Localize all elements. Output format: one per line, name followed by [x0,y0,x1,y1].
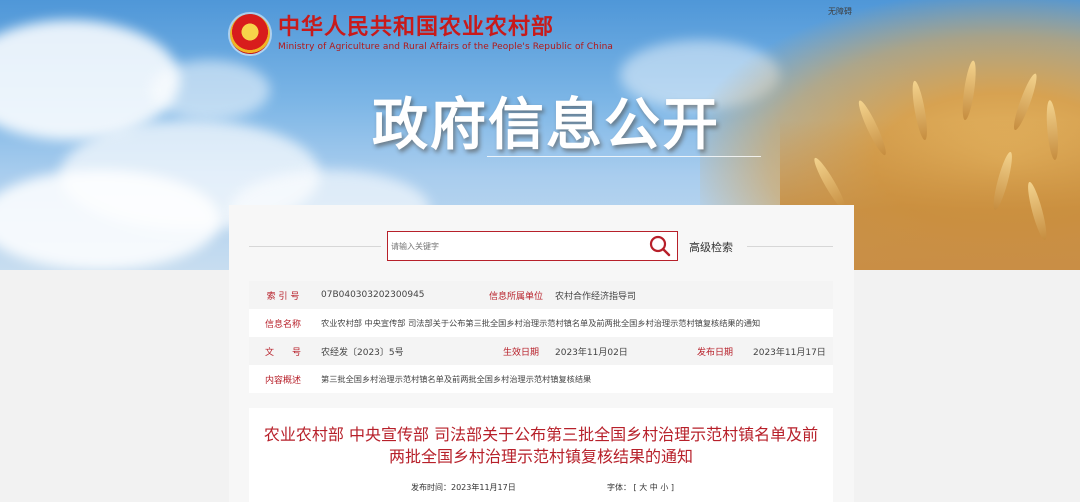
font-bracket-close: ] [670,483,674,492]
effective-date-value: 2023年11月02日 [555,347,628,358]
name-value: 农业农村部 中央宣传部 司法部关于公布第三批全国乡村治理示范村镇名单及前两批全国… [321,318,761,328]
font-large-button[interactable]: 大 [639,483,647,492]
index-label: 索 引 号 [266,291,300,302]
page-title: 政府信息公开 [372,92,720,158]
summary-label: 内容概述 [264,375,301,386]
search-input[interactable] [388,232,643,260]
unit-label: 信息所属单位 [488,291,543,302]
publish-date-value: 2023年11月17日 [753,347,826,358]
index-value: 07B040303202300945 [321,290,425,300]
page: 中华人民共和国农业农村部 Ministry of Agriculture and… [0,0,1080,502]
effective-date-label: 生效日期 [502,347,539,358]
font-size-label: 字体： [607,483,631,492]
font-size-switcher: 字体： [ 大 中 小 ] [607,482,674,493]
document-title: 农业农村部 中央宣传部 司法部关于公布第三批全国乡村治理示范村镇名单及前两批全国… [263,425,819,466]
national-emblem-icon [230,14,270,54]
unit-value: 农村合作经济指导司 [555,291,637,302]
doc-number-label: 文 号 [264,347,301,358]
accessibility-link[interactable]: 无障碍 [828,6,852,17]
info-row: 文 号 农经发〔2023〕5号 生效日期 2023年11月02日 发布日期 20… [249,337,833,365]
publish-date-label: 发布日期 [696,347,733,358]
info-row: 信息名称 农业农村部 中央宣传部 司法部关于公布第三批全国乡村治理示范村镇名单及… [249,309,833,337]
search-bar: 高级检索 [249,231,833,261]
document-card: 农业农村部 中央宣传部 司法部关于公布第三批全国乡村治理示范村镇名单及前两批全国… [249,408,833,502]
ministry-name-en: Ministry of Agriculture and Rural Affair… [278,42,613,52]
publish-time: 发布时间：2023年11月17日 [411,483,516,492]
content-panel: 高级检索 索 引 号 07B040303202300945 信息所属单位 农村合… [229,205,854,502]
info-row: 索 引 号 07B040303202300945 信息所属单位 农村合作经济指导… [249,281,833,309]
font-medium-button[interactable]: 中 [650,483,658,492]
name-label: 信息名称 [264,319,301,330]
font-small-button[interactable]: 小 [660,483,668,492]
ministry-name-cn: 中华人民共和国农业农村部 [278,15,555,40]
doc-number-value: 农经发〔2023〕5号 [321,347,404,358]
title-divider [487,156,761,157]
search-divider-right [747,246,833,247]
font-bracket-open: [ [633,483,637,492]
document-info-table: 索 引 号 07B040303202300945 信息所属单位 农村合作经济指导… [249,281,833,393]
search-divider-left [249,246,381,247]
search-box [387,231,678,261]
search-icon [649,235,671,257]
search-button[interactable] [643,232,677,260]
info-row: 内容概述 第三批全国乡村治理示范村镇名单及前两批全国乡村治理示范村镇复核结果 [249,365,833,393]
ministry-logo[interactable]: 中华人民共和国农业农村部 Ministry of Agriculture and… [230,14,613,54]
summary-value: 第三批全国乡村治理示范村镇名单及前两批全国乡村治理示范村镇复核结果 [321,374,592,384]
advanced-search-link[interactable]: 高级检索 [689,239,733,255]
